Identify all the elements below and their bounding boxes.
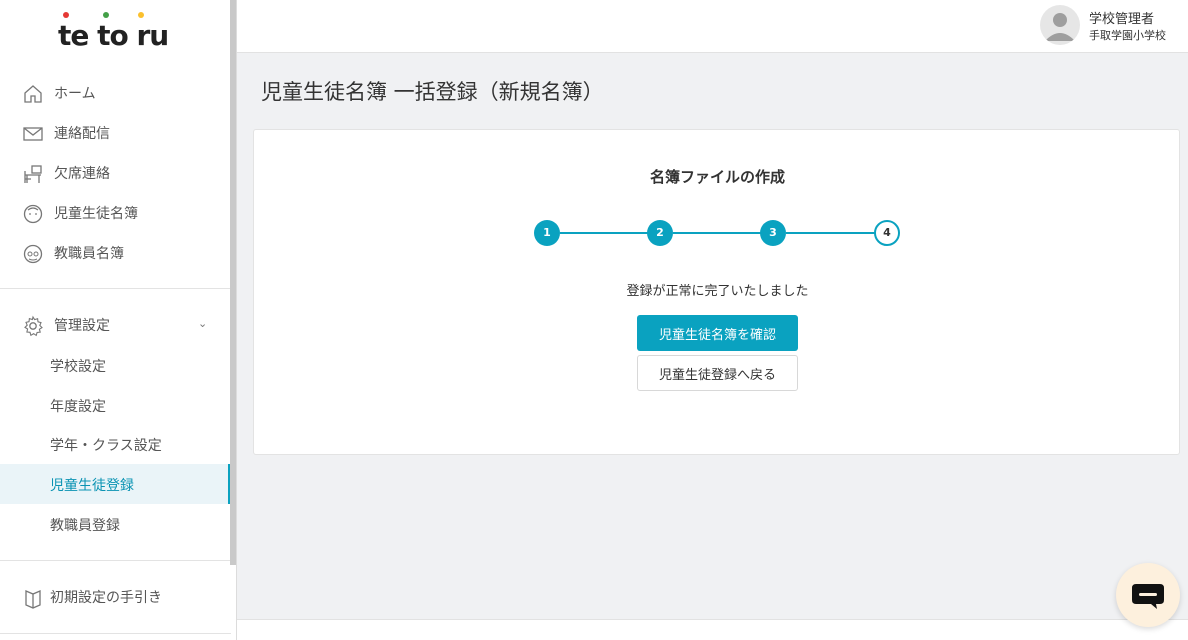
stepper-line (786, 232, 878, 234)
sidebar-item-student-registration[interactable]: 児童生徒登録 (0, 464, 231, 504)
home-icon (24, 85, 42, 103)
sidebar-item-home[interactable]: ホーム (0, 73, 231, 113)
logo-text: te to ru (58, 19, 169, 52)
user-role: 学校管理者 (1089, 12, 1155, 27)
sidebar-item-label: ホーム (54, 86, 96, 102)
sidebar-divider (0, 288, 231, 289)
step-4-current: 4 (874, 220, 900, 246)
sidebar-subitem-label: 学校設定 (50, 359, 106, 375)
page-title: 児童生徒名簿 一括登録（新規名簿） (261, 80, 604, 104)
sidebar-item-label: 連絡配信 (54, 126, 110, 142)
logo-dot-yellow (138, 12, 144, 18)
book-icon (25, 590, 41, 609)
sidebar-item-year-settings[interactable]: 年度設定 (0, 385, 231, 425)
card-title: 名簿ファイルの作成 (649, 168, 785, 186)
user-avatar-icon[interactable] (1040, 5, 1080, 45)
sidebar-divider (0, 560, 231, 561)
completion-message: 登録が正常に完了いたしました (626, 284, 809, 299)
sidebar-item-staff-registration[interactable]: 教職員登録 (0, 504, 231, 544)
sidebar-subitem-label: 児童生徒登録 (50, 478, 134, 494)
child-face-icon (23, 204, 43, 224)
footer (237, 619, 1188, 640)
sidebar-item-label: 教職員名簿 (54, 246, 124, 262)
step-3: 3 (760, 220, 786, 246)
sidebar-item-label: 欠席連絡 (54, 166, 110, 182)
sidebar-item-label: 児童生徒名簿 (54, 206, 138, 222)
back-to-student-registration-button[interactable]: 児童生徒登録へ戻る (637, 355, 798, 391)
sidebar-item-student-roster[interactable]: 児童生徒名簿 (0, 193, 231, 233)
chat-bubble-icon (1132, 584, 1164, 609)
sidebar-item-label: 初期設定の手引き (50, 590, 162, 606)
sidebar-item-absence[interactable]: 欠席連絡 (0, 153, 231, 193)
top-bar: 学校管理者 手取学園小学校 (237, 0, 1188, 53)
logo-dot-green (103, 12, 109, 18)
logo-dot-red (63, 12, 69, 18)
desk-chair-icon (24, 165, 42, 183)
sidebar-subitem-label: 学年・クラス設定 (50, 438, 162, 454)
sidebar-item-grade-class-settings[interactable]: 学年・クラス設定 (0, 424, 231, 464)
step-1: 1 (534, 220, 560, 246)
sidebar-item-messages[interactable]: 連絡配信 (0, 113, 231, 153)
gear-icon (24, 315, 43, 337)
sidebar-divider (0, 633, 231, 634)
chat-button[interactable] (1116, 563, 1180, 627)
school-name: 手取学園小学校 (1089, 29, 1166, 42)
registration-card: 名簿ファイルの作成 1 2 3 4 登録が正常に完了いたしました 児童生徒名簿を… (253, 129, 1180, 455)
view-student-roster-button[interactable]: 児童生徒名簿を確認 (637, 315, 798, 351)
stepper-line (560, 232, 650, 234)
sidebar-scrollbar[interactable] (230, 0, 236, 565)
chevron-down-icon: ⌄ (198, 317, 208, 330)
tetoru-logo[interactable]: te to ru (58, 12, 170, 52)
step-2: 2 (647, 220, 673, 246)
sidebar-subitem-label: 教職員登録 (50, 518, 120, 534)
sidebar-subitem-label: 年度設定 (50, 399, 106, 415)
sidebar-item-staff-roster[interactable]: 教職員名簿 (0, 233, 231, 273)
sidebar-item-label: 管理設定 (54, 318, 110, 334)
sidebar-item-setup-guide[interactable]: 初期設定の手引き (0, 577, 231, 617)
teacher-face-icon (23, 244, 43, 264)
sidebar-item-admin-settings[interactable]: 管理設定 ⌄ (0, 305, 231, 345)
sidebar-item-school-settings[interactable]: 学校設定 (0, 345, 231, 385)
envelope-icon (23, 127, 43, 141)
sidebar: te to ru ホーム 連絡配信 欠席連絡 児童生徒名簿 教職員名簿 管理設定… (0, 0, 237, 640)
stepper-line (673, 232, 763, 234)
